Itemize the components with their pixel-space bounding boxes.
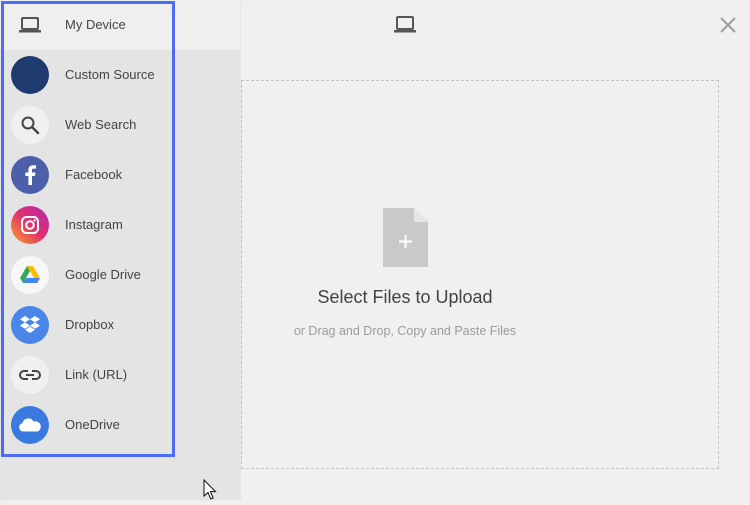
link-icon: [11, 356, 49, 394]
sidebar-item-label: Custom Source: [65, 67, 155, 82]
dropzone-title: Select Files to Upload: [317, 287, 493, 307]
laptop-icon: [11, 6, 49, 44]
source-sidebar: My Device Custom Source Web Search Faceb…: [0, 0, 240, 500]
sidebar-item-facebook[interactable]: Facebook: [0, 150, 240, 200]
sidebar-item-label: Facebook: [65, 167, 123, 182]
instagram-icon: [11, 206, 49, 244]
onedrive-icon: [11, 406, 49, 444]
mouse-cursor-icon: [203, 478, 217, 500]
sidebar-item-label: Web Search: [65, 117, 137, 132]
custom-source-icon: [11, 56, 49, 94]
sidebar-item-onedrive[interactable]: OneDrive: [0, 400, 240, 450]
sidebar-item-label: Link (URL): [65, 367, 128, 382]
sidebar-item-google-drive[interactable]: Google Drive: [0, 250, 240, 300]
dropzone-subtitle: or Drag and Drop, Copy and Paste Files: [293, 324, 517, 338]
sidebar-item-web-search[interactable]: Web Search: [0, 100, 240, 150]
sidebar-item-label: Instagram: [65, 217, 123, 232]
facebook-icon: [11, 156, 49, 194]
sidebar-item-label: OneDrive: [65, 417, 120, 432]
sidebar-item-dropbox[interactable]: Dropbox: [0, 300, 240, 350]
sidebar-item-custom-source[interactable]: Custom Source: [0, 50, 240, 100]
sidebar-item-label: Google Drive: [65, 267, 141, 282]
google-drive-icon: [11, 256, 49, 294]
search-icon: [11, 106, 49, 144]
sidebar-item-label: Dropbox: [65, 317, 115, 332]
sidebar-item-label: My Device: [65, 17, 126, 32]
sidebar-item-my-device[interactable]: My Device: [0, 0, 240, 50]
file-dropzone[interactable]: [241, 80, 719, 469]
laptop-icon: [394, 15, 416, 35]
file-add-icon: [383, 208, 428, 267]
dropbox-icon: [11, 306, 49, 344]
sidebar-item-link-url[interactable]: Link (URL): [0, 350, 240, 400]
sidebar-item-instagram[interactable]: Instagram: [0, 200, 240, 250]
close-icon[interactable]: [717, 14, 739, 36]
